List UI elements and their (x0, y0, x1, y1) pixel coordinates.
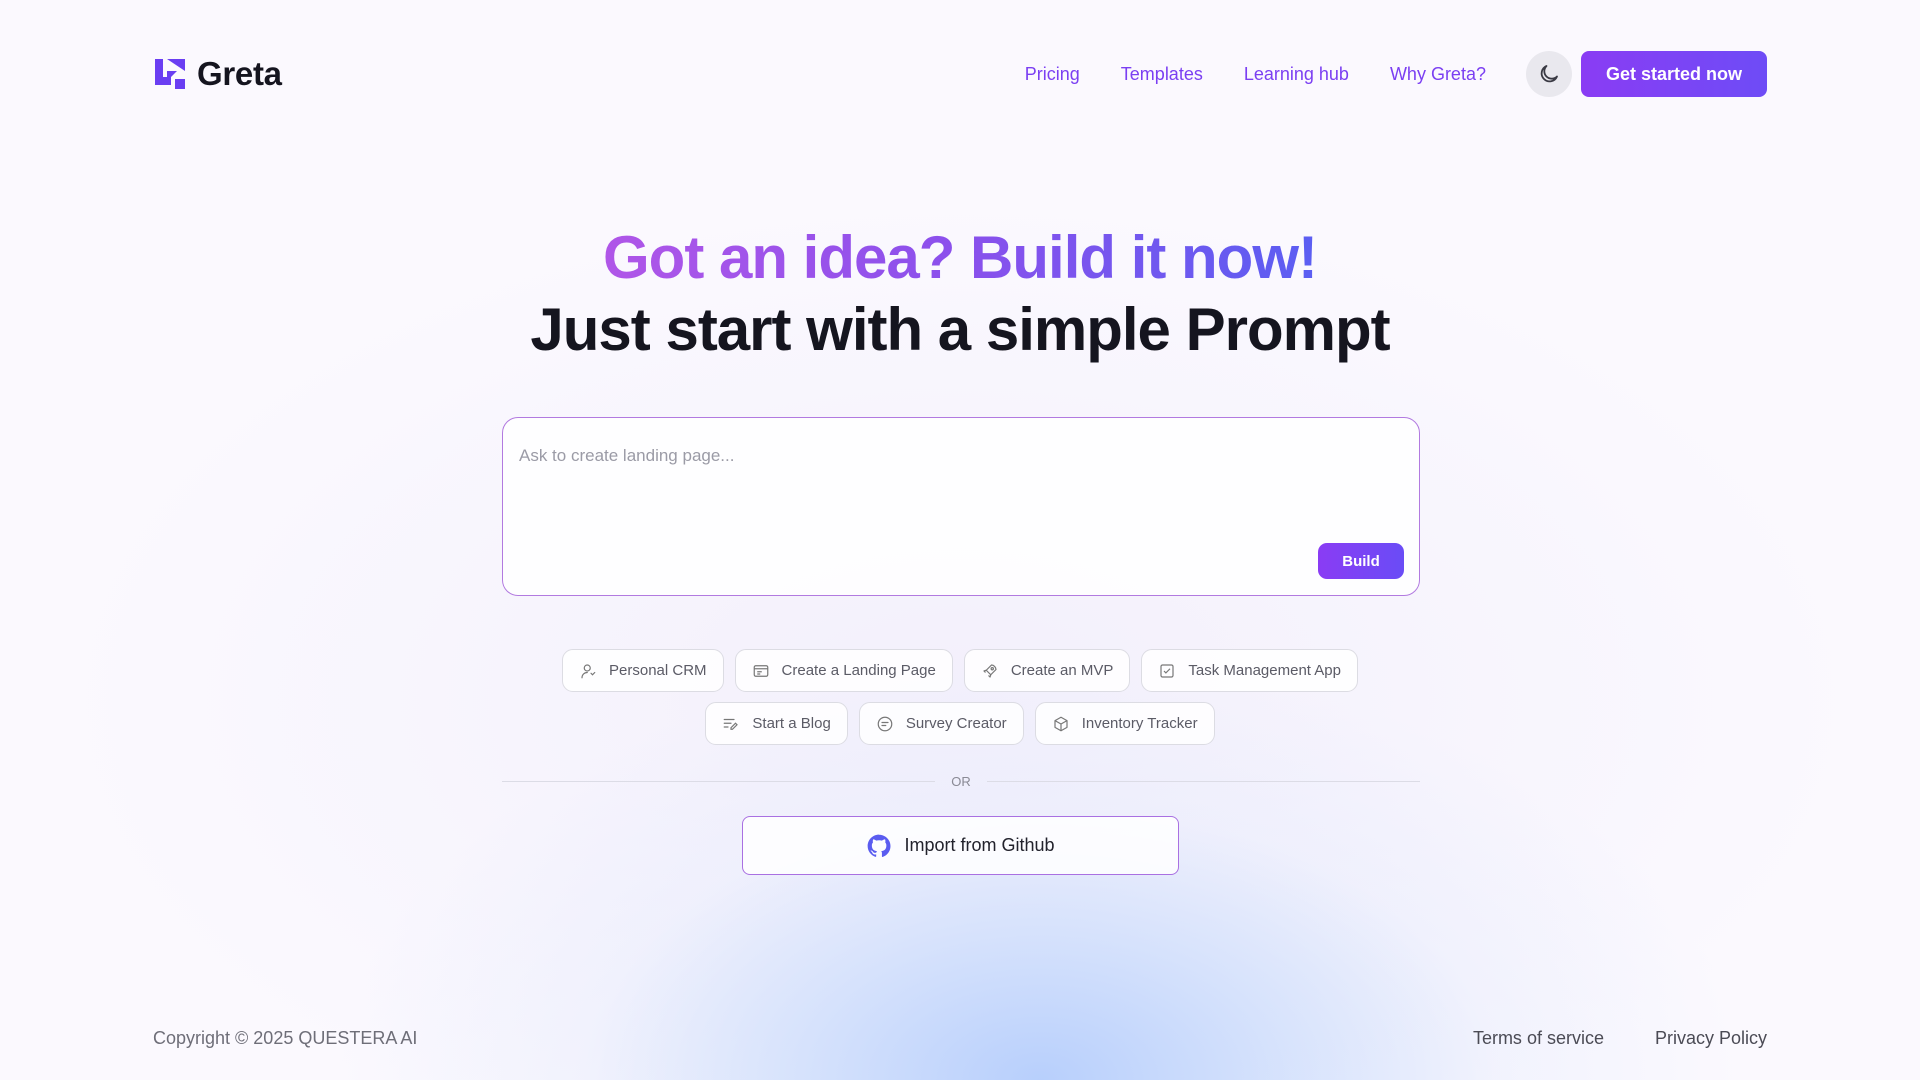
nav-why-greta[interactable]: Why Greta? (1390, 64, 1486, 85)
edit-lines-icon (724, 718, 739, 730)
theme-toggle-button[interactable] (1525, 51, 1572, 97)
chip-survey-creator[interactable]: Survey Creator (858, 702, 1024, 745)
chip-label: Create a Landing Page (781, 662, 936, 679)
hero-subheadline: Just start with a simple Prompt (530, 296, 1390, 363)
build-button[interactable]: Build (1318, 543, 1404, 579)
user-icon (581, 663, 596, 678)
import-github-label: Import from Github (904, 835, 1055, 855)
chip-label: Survey Creator (905, 715, 1007, 732)
or-divider: OR (502, 772, 1420, 790)
hero-headline: Got an idea? Build it now! (0, 222, 1920, 294)
chip-inventory-tracker[interactable]: Inventory Tracker (1034, 702, 1215, 745)
nav-templates[interactable]: Templates (1121, 64, 1203, 85)
chip-create-mvp[interactable]: Create an MVP (963, 649, 1131, 692)
divider-line (986, 780, 1420, 782)
browser-window-icon (753, 664, 768, 677)
nav-learning-hub[interactable]: Learning hub (1244, 64, 1349, 85)
divider-label: OR (951, 773, 971, 789)
divider-line (502, 780, 936, 782)
chip-label: Task Management App (1188, 662, 1341, 679)
moon-icon (1540, 65, 1558, 83)
get-started-button[interactable]: Get started now (1580, 51, 1767, 97)
checklist-icon (1160, 663, 1174, 678)
suggestion-row-1: Personal CRM Create a Landing Page Creat… (0, 649, 1920, 692)
box-icon (1054, 716, 1068, 731)
main-nav: Pricing Templates Learning hub Why Greta… (1025, 51, 1767, 97)
chip-label: Start a Blog (752, 715, 831, 732)
chip-label: Inventory Tracker (1081, 715, 1198, 732)
brand[interactable]: Greta (153, 55, 282, 93)
terms-of-service-link[interactable]: Terms of service (1473, 1028, 1604, 1049)
nav-pricing[interactable]: Pricing (1025, 64, 1080, 85)
chip-task-management-app[interactable]: Task Management App (1141, 649, 1358, 692)
chip-label: Create an MVP (1010, 662, 1114, 679)
chip-personal-crm[interactable]: Personal CRM (562, 649, 724, 692)
greta-logo-icon (155, 59, 185, 89)
footer-links: Terms of service Privacy Policy (1473, 1028, 1767, 1049)
prompt-box: Build (502, 417, 1420, 596)
suggestion-row-2: Start a Blog Survey Creator Inventory Tr… (0, 702, 1920, 745)
header: Greta Pricing Templates Learning hub Why… (153, 50, 1767, 98)
hero-line-1: Got an idea? Build it now! (603, 224, 1318, 291)
rocket-icon (983, 663, 997, 678)
brand-name: Greta (197, 55, 282, 92)
chip-label: Personal CRM (609, 662, 707, 679)
import-github-button[interactable]: Import from Github (742, 816, 1179, 875)
copyright-text: Copyright © 2025 QUESTERA AI (153, 1028, 418, 1048)
survey-icon (877, 716, 893, 731)
chip-create-landing-page[interactable]: Create a Landing Page (734, 649, 953, 692)
github-icon (868, 834, 891, 857)
chip-start-blog[interactable]: Start a Blog (705, 702, 848, 745)
prompt-input[interactable] (519, 446, 1379, 536)
privacy-policy-link[interactable]: Privacy Policy (1655, 1028, 1767, 1049)
